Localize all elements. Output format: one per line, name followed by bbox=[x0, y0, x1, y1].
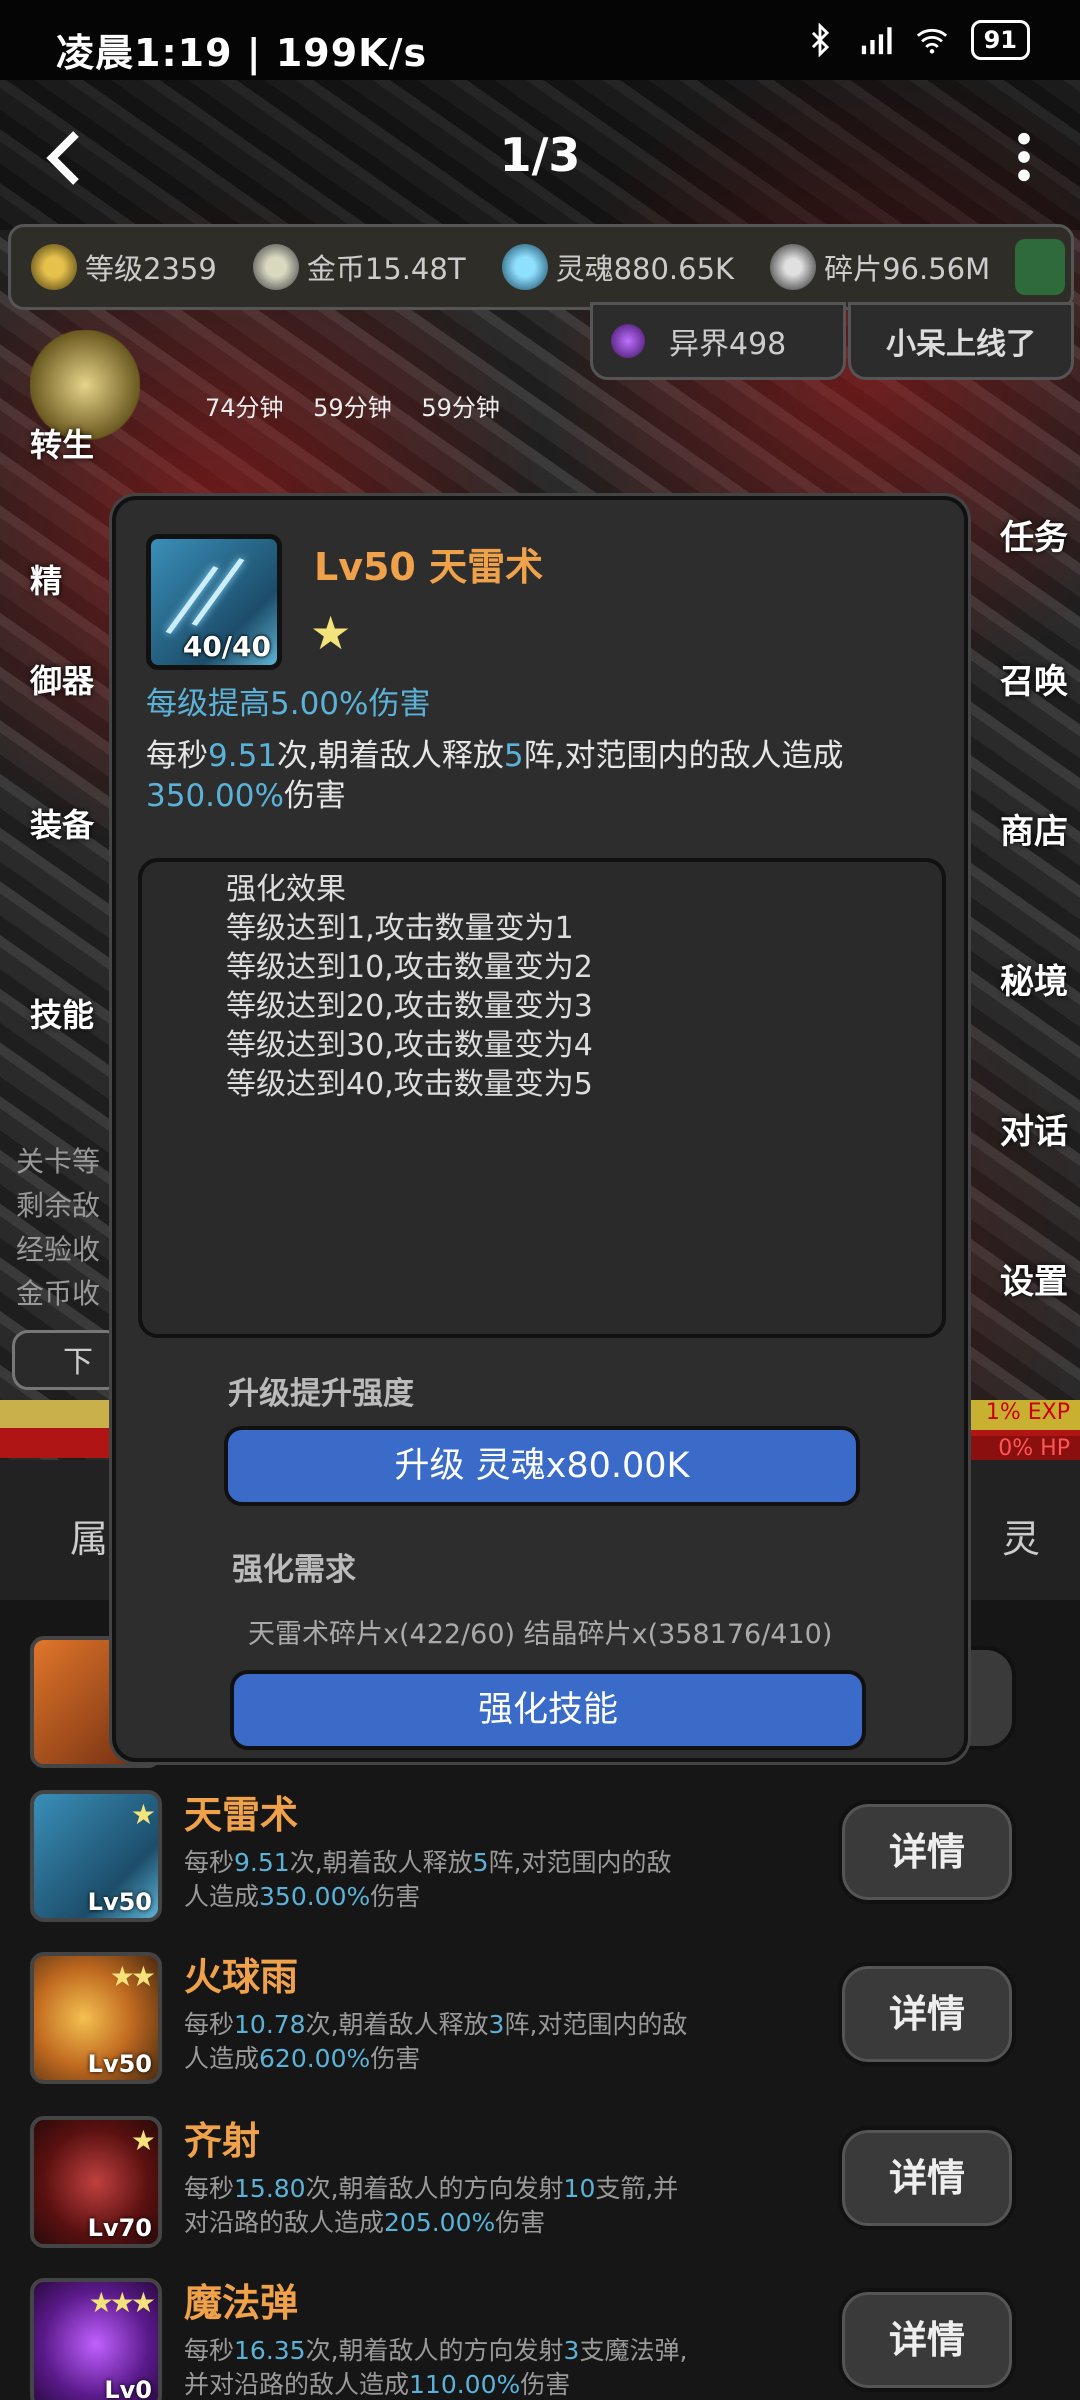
status-time: 凌晨1:19 | 199K/s bbox=[56, 31, 428, 75]
star-icon: ★ bbox=[310, 606, 352, 660]
page-indicator: 1/3 bbox=[499, 128, 581, 182]
skill-stars: ★ bbox=[130, 2124, 156, 2157]
modal-title: Lv50 天雷术 bbox=[314, 545, 544, 589]
status-icons: 91 bbox=[803, 20, 1030, 60]
portal-icon bbox=[611, 324, 645, 358]
crown-icon bbox=[31, 244, 77, 290]
battery-indicator: 91 bbox=[970, 20, 1030, 60]
realm-value: 异界498 bbox=[669, 327, 787, 362]
skill-detail-button[interactable]: 详情 bbox=[838, 1800, 1016, 1904]
stage-stat-exp: 经验收 bbox=[16, 1233, 101, 1266]
skill-row: ★★ Lv50 火球雨 每秒10.78次,朝着敌人释放3阵,对范围内的敌 人造成6… bbox=[0, 1952, 1080, 2112]
enhance-effects-list: 强化效果 等级达到1,攻击数量变为1 等级达到10,攻击数量变为2 等级达到20… bbox=[226, 870, 593, 1104]
resource-level-value: 等级2359 bbox=[85, 252, 217, 286]
side-menu-refine[interactable]: 精 bbox=[30, 556, 62, 602]
resource-gold: 金币15.48T bbox=[252, 244, 466, 290]
buff-timers: 74分钟 59分钟 59分钟 bbox=[205, 394, 500, 422]
side-menu-rebirth[interactable]: 转生 bbox=[30, 420, 94, 466]
skill-detail-modal: 40/40 Lv50 天雷术 ★ 每级提高5.00%伤害 每秒9.51次,朝着敌… bbox=[112, 496, 968, 1762]
side-menu-tasks[interactable]: 任务 bbox=[1000, 510, 1068, 559]
online-notice[interactable]: 小呆上线了 bbox=[848, 302, 1074, 380]
skill-row: ★★★ Lv0 魔法弹 每秒16.35次,朝着敌人的方向发射3支魔法弹, 并对沿路… bbox=[0, 2278, 1080, 2400]
side-menu-skills[interactable]: 技能 bbox=[30, 990, 94, 1036]
side-menu-settings[interactable]: 设置 bbox=[1000, 1254, 1068, 1303]
resource-bar: 等级2359 金币15.48T 灵魂880.65K 碎片96.56M bbox=[8, 224, 1074, 310]
resource-gold-value: 金币15.48T bbox=[306, 252, 466, 286]
fireball-skill-icon: ★★ Lv50 bbox=[30, 1952, 162, 2084]
exp-bar: 1% EXP bbox=[970, 1400, 1080, 1430]
lightning-skill-icon: ★ Lv50 bbox=[30, 1790, 162, 1922]
enhance-effect-item: 等级达到20,攻击数量变为3 bbox=[226, 989, 593, 1024]
skill-detail-button[interactable]: 详情 bbox=[838, 2126, 1016, 2230]
requirement-text: 天雷术碎片x(422/60) 结晶碎片x(358176/410) bbox=[248, 1619, 833, 1650]
resource-level: 等级2359 bbox=[31, 244, 217, 290]
side-menu-shop[interactable]: 商店 bbox=[1000, 804, 1068, 853]
resource-fragments-value: 碎片96.56M bbox=[824, 252, 991, 286]
resource-soul: 灵魂880.65K bbox=[501, 244, 735, 290]
skill-row: ★ Lv50 天雷术 每秒9.51次,朝着敌人释放5阵,对范围内的敌 人造成350… bbox=[0, 1790, 1080, 1950]
skill-name: 齐射 bbox=[184, 2119, 261, 2163]
realm-pill[interactable]: 异界498 bbox=[590, 302, 846, 380]
enhance-effects-heading: 强化效果 bbox=[226, 872, 346, 907]
lightning-skill-icon: 40/40 bbox=[146, 534, 282, 670]
enhance-effect-item: 等级达到30,攻击数量变为4 bbox=[226, 1028, 593, 1063]
skill-description: 每秒16.35次,朝着敌人的方向发射3支魔法弹, 并对沿路的敌人造成110.00%… bbox=[184, 2336, 688, 2399]
stage-stat-level: 关卡等 bbox=[16, 1145, 101, 1178]
skill-description: 每秒9.51次,朝着敌人释放5阵,对范围内的敌人造成350.00%伤害 bbox=[146, 738, 844, 814]
per-level-bonus: 每级提高5.00%伤害 bbox=[146, 686, 431, 722]
stage-stat-remaining: 剩余敌 bbox=[16, 1189, 101, 1222]
skill-level: Lv70 bbox=[87, 2214, 152, 2242]
side-menu-dungeon[interactable]: 秘境 bbox=[1000, 954, 1068, 1003]
side-menu-equipment[interactable]: 装备 bbox=[30, 800, 94, 846]
skill-stars: ★★ bbox=[109, 1960, 156, 1993]
upgrade-button[interactable]: 升级 灵魂x80.00K bbox=[224, 1426, 860, 1506]
skill-level: Lv50 bbox=[87, 1888, 152, 1916]
skill-row: ★ Lv70 齐射 每秒15.80次,朝着敌人的方向发射10支箭,并 对沿路的敌人… bbox=[0, 2116, 1080, 2276]
bluetooth-icon bbox=[811, 23, 829, 57]
signal-icon bbox=[861, 27, 892, 55]
skill-name: 火球雨 bbox=[184, 1955, 299, 1999]
skill-detail-button[interactable]: 详情 bbox=[838, 1962, 1016, 2066]
soul-icon bbox=[501, 244, 548, 290]
enhance-effect-item: 等级达到40,攻击数量变为5 bbox=[226, 1067, 593, 1102]
side-menu-summon[interactable]: 召唤 bbox=[1000, 654, 1068, 703]
skill-description: 每秒9.51次,朝着敌人释放5阵,对范围内的敌人造成350.00%伤害 bbox=[184, 1848, 672, 1911]
leaf-icon[interactable] bbox=[1015, 239, 1065, 295]
skill-level: Lv50 bbox=[87, 2050, 152, 2078]
wifi-icon bbox=[916, 28, 947, 54]
status-bar: 凌晨1:19 | 199K/s 91 bbox=[0, 0, 1080, 80]
skill-description: 每秒15.80次,朝着敌人的方向发射10支箭,并 对沿路的敌人造成205.00%伤… bbox=[184, 2174, 679, 2237]
enhance-effect-item: 等级达到10,攻击数量变为2 bbox=[226, 950, 593, 985]
tab-spirit[interactable]: 灵 bbox=[1002, 1508, 1040, 1563]
stage-stats: 关卡等 剩余敌 经验收 金币收 bbox=[16, 1140, 100, 1316]
fragment-icon bbox=[770, 244, 817, 290]
enhance-effect-item: 等级达到1,攻击数量变为1 bbox=[226, 911, 574, 946]
side-menu-dialog[interactable]: 对话 bbox=[1000, 1104, 1068, 1153]
skill-stars: ★ bbox=[130, 1798, 156, 1831]
skill-fragment-count: 40/40 bbox=[182, 630, 271, 663]
enhance-skill-button[interactable]: 强化技能 bbox=[230, 1670, 866, 1750]
tab-attributes[interactable]: 属 bbox=[70, 1508, 108, 1563]
resource-soul-value: 灵魂880.65K bbox=[555, 252, 735, 286]
coin-icon bbox=[252, 244, 299, 290]
enhance-effects-box: 强化效果 等级达到1,攻击数量变为1 等级达到10,攻击数量变为2 等级达到20… bbox=[138, 858, 946, 1338]
skill-detail-button[interactable]: 详情 bbox=[838, 2288, 1016, 2392]
stage-stat-gold: 金币收 bbox=[16, 1277, 101, 1310]
skill-description: 每秒10.78次,朝着敌人释放3阵,对范围内的敌 人造成620.00%伤害 bbox=[184, 2010, 688, 2073]
side-menu-artifact[interactable]: 御器 bbox=[30, 656, 94, 702]
skill-name: 天雷术 bbox=[184, 1793, 299, 1837]
volley-skill-icon: ★ Lv70 bbox=[30, 2116, 162, 2248]
skill-level: Lv0 bbox=[104, 2376, 152, 2400]
next-stage-button[interactable]: 下一 bbox=[12, 1330, 122, 1440]
more-vertical-icon[interactable] bbox=[1016, 132, 1032, 182]
requirement-label: 强化需求 bbox=[232, 1552, 356, 1588]
resource-fragments: 碎片96.56M bbox=[770, 244, 990, 290]
magic-bolt-skill-icon: ★★★ Lv0 bbox=[30, 2278, 162, 2400]
skill-name: 魔法弹 bbox=[184, 2281, 299, 2325]
upgrade-label: 升级提升强度 bbox=[228, 1376, 414, 1412]
skill-stars: ★★★ bbox=[88, 2286, 156, 2319]
